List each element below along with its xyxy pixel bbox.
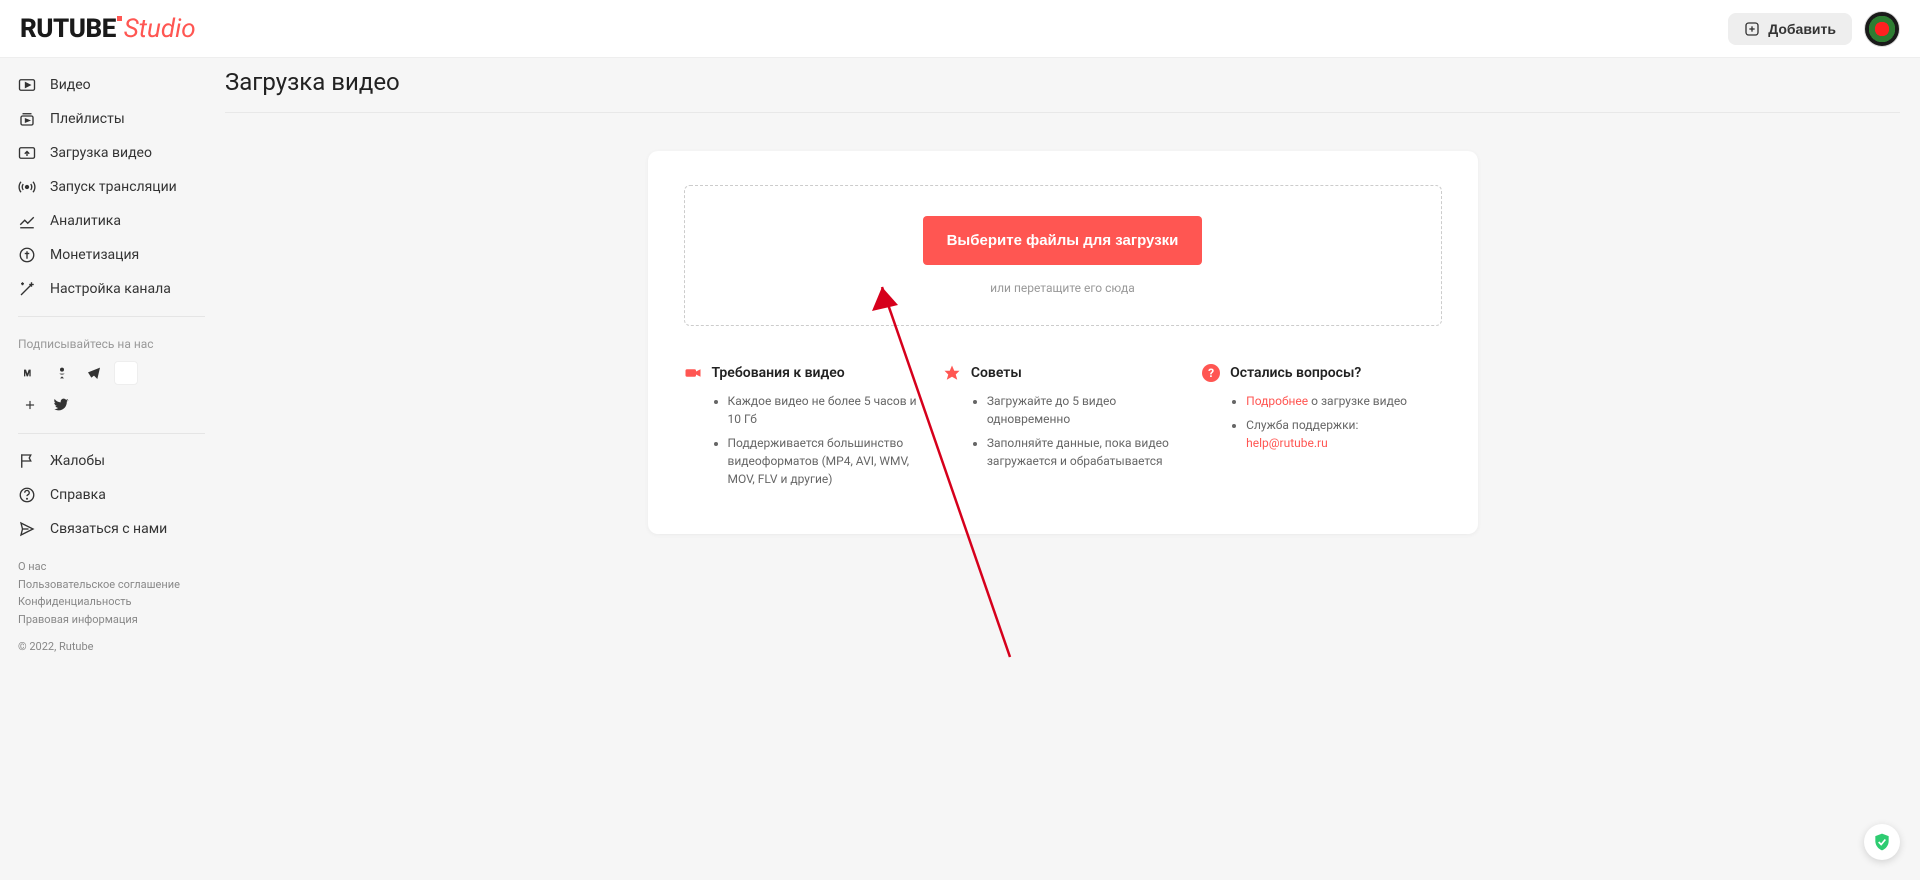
- analytics-icon: [18, 212, 36, 230]
- telegram-icon: [86, 365, 102, 381]
- plus-box-icon: [1744, 21, 1760, 37]
- info-tips: Советы Загружайте до 5 видео одновременн…: [943, 364, 1182, 494]
- support-label: Служба поддержки:: [1246, 418, 1358, 432]
- info-requirements: Требования к видео Каждое видео не более…: [684, 364, 923, 494]
- drop-zone[interactable]: Выберите файлы для загрузки или перетащи…: [684, 185, 1442, 326]
- security-shield-badge[interactable]: [1864, 824, 1900, 860]
- info-item: Подробнее о загрузке видео: [1246, 392, 1441, 410]
- page-title: Загрузка видео: [225, 68, 1900, 113]
- wand-icon: [18, 280, 36, 298]
- nav-label: Связаться с нами: [50, 521, 167, 537]
- footer-block: О нас Пользовательское соглашение Конфид…: [0, 546, 205, 657]
- nav-label: Видео: [50, 77, 91, 93]
- nav-broadcast[interactable]: Запуск трансляции: [0, 170, 205, 204]
- nav-playlists[interactable]: Плейлисты: [0, 102, 205, 136]
- playlist-icon: [18, 110, 36, 128]
- info-columns: Требования к видео Каждое видео не более…: [684, 356, 1442, 494]
- nav-contact[interactable]: Связаться с нами: [0, 512, 205, 546]
- footer-link[interactable]: О нас: [18, 558, 187, 576]
- select-files-button[interactable]: Выберите файлы для загрузки: [923, 216, 1203, 265]
- social-blank[interactable]: [114, 361, 138, 385]
- footer-link[interactable]: Пользовательское соглашение: [18, 576, 187, 594]
- nav-label: Монетизация: [50, 247, 139, 263]
- social-plus[interactable]: [18, 393, 42, 417]
- info-item: Загружайте до 5 видео одновременно: [987, 392, 1182, 428]
- header: RUTUBE Studio Добавить: [0, 0, 1920, 58]
- more-link[interactable]: Подробнее: [1246, 394, 1308, 408]
- info-title: Требования к видео: [712, 365, 845, 381]
- nav-upload[interactable]: Загрузка видео: [0, 136, 205, 170]
- nav-settings[interactable]: Настройка канала: [0, 272, 205, 306]
- info-title: Остались вопросы?: [1230, 365, 1361, 381]
- add-button-label: Добавить: [1768, 21, 1836, 37]
- info-item: Служба поддержки: help@rutube.ru: [1246, 416, 1441, 452]
- nav-label: Жалобы: [50, 453, 105, 469]
- nav-label: Настройка канала: [50, 281, 171, 297]
- nav-monetization[interactable]: Монетизация: [0, 238, 205, 272]
- social-ok[interactable]: [50, 361, 74, 385]
- nav-label: Плейлисты: [50, 111, 125, 127]
- info-questions: ? Остались вопросы? Подробнее о загрузке…: [1202, 364, 1441, 494]
- subscribe-label: Подписывайтесь на нас: [18, 337, 187, 351]
- social-vk[interactable]: [18, 361, 42, 385]
- nav-label: Загрузка видео: [50, 145, 152, 161]
- footer-link[interactable]: Конфиденциальность: [18, 593, 187, 611]
- plus-icon: [23, 398, 37, 412]
- drag-hint: или перетащите его сюда: [705, 281, 1421, 295]
- divider: [18, 316, 205, 317]
- video-icon: [18, 76, 36, 94]
- nav-label: Аналитика: [50, 213, 121, 229]
- upload-card: Выберите файлы для загрузки или перетащи…: [648, 151, 1478, 534]
- nav-label: Запуск трансляции: [50, 179, 177, 195]
- copyright: © 2022, Rutube: [18, 640, 187, 653]
- avatar[interactable]: [1864, 11, 1900, 47]
- subscribe-block: Подписывайтесь на нас: [0, 327, 205, 423]
- shield-check-icon: [1872, 832, 1892, 852]
- nav-label: Справка: [50, 487, 106, 503]
- support-email[interactable]: help@rutube.ru: [1246, 436, 1328, 450]
- ok-icon: [54, 365, 70, 381]
- flag-icon: [18, 452, 36, 470]
- divider: [18, 433, 205, 434]
- main-content: Загрузка видео Выберите файлы для загруз…: [205, 58, 1920, 880]
- add-button[interactable]: Добавить: [1728, 13, 1852, 45]
- nav-video[interactable]: Видео: [0, 68, 205, 102]
- camera-icon: [684, 364, 702, 382]
- logo[interactable]: RUTUBE Studio: [20, 14, 196, 44]
- footer-link[interactable]: Правовая информация: [18, 611, 187, 629]
- nav-help[interactable]: Справка: [0, 478, 205, 512]
- info-title: Советы: [971, 365, 1022, 381]
- logo-secondary: Studio: [124, 14, 196, 44]
- nav-complaints[interactable]: Жалобы: [0, 444, 205, 478]
- twitter-icon: [54, 397, 70, 413]
- broadcast-icon: [18, 178, 36, 196]
- sidebar: Видео Плейлисты Загрузка видео Запуск тр…: [0, 58, 205, 880]
- contact-icon: [18, 520, 36, 538]
- upload-video-icon: [18, 144, 36, 162]
- monetization-icon: [18, 246, 36, 264]
- help-icon: [18, 486, 36, 504]
- vk-icon: [22, 365, 38, 381]
- social-twitter[interactable]: [50, 393, 74, 417]
- logo-primary: RUTUBE: [20, 14, 116, 44]
- star-icon: [943, 364, 961, 382]
- more-suffix: о загрузке видео: [1308, 394, 1407, 408]
- social-telegram[interactable]: [82, 361, 106, 385]
- info-item: Заполняйте данные, пока видео загружаетс…: [987, 434, 1182, 470]
- info-item: Каждое видео не более 5 часов и 10 Гб: [728, 392, 923, 428]
- info-item: Поддерживается большинство видеоформатов…: [728, 434, 923, 488]
- nav-analytics[interactable]: Аналитика: [0, 204, 205, 238]
- question-icon: ?: [1202, 364, 1220, 382]
